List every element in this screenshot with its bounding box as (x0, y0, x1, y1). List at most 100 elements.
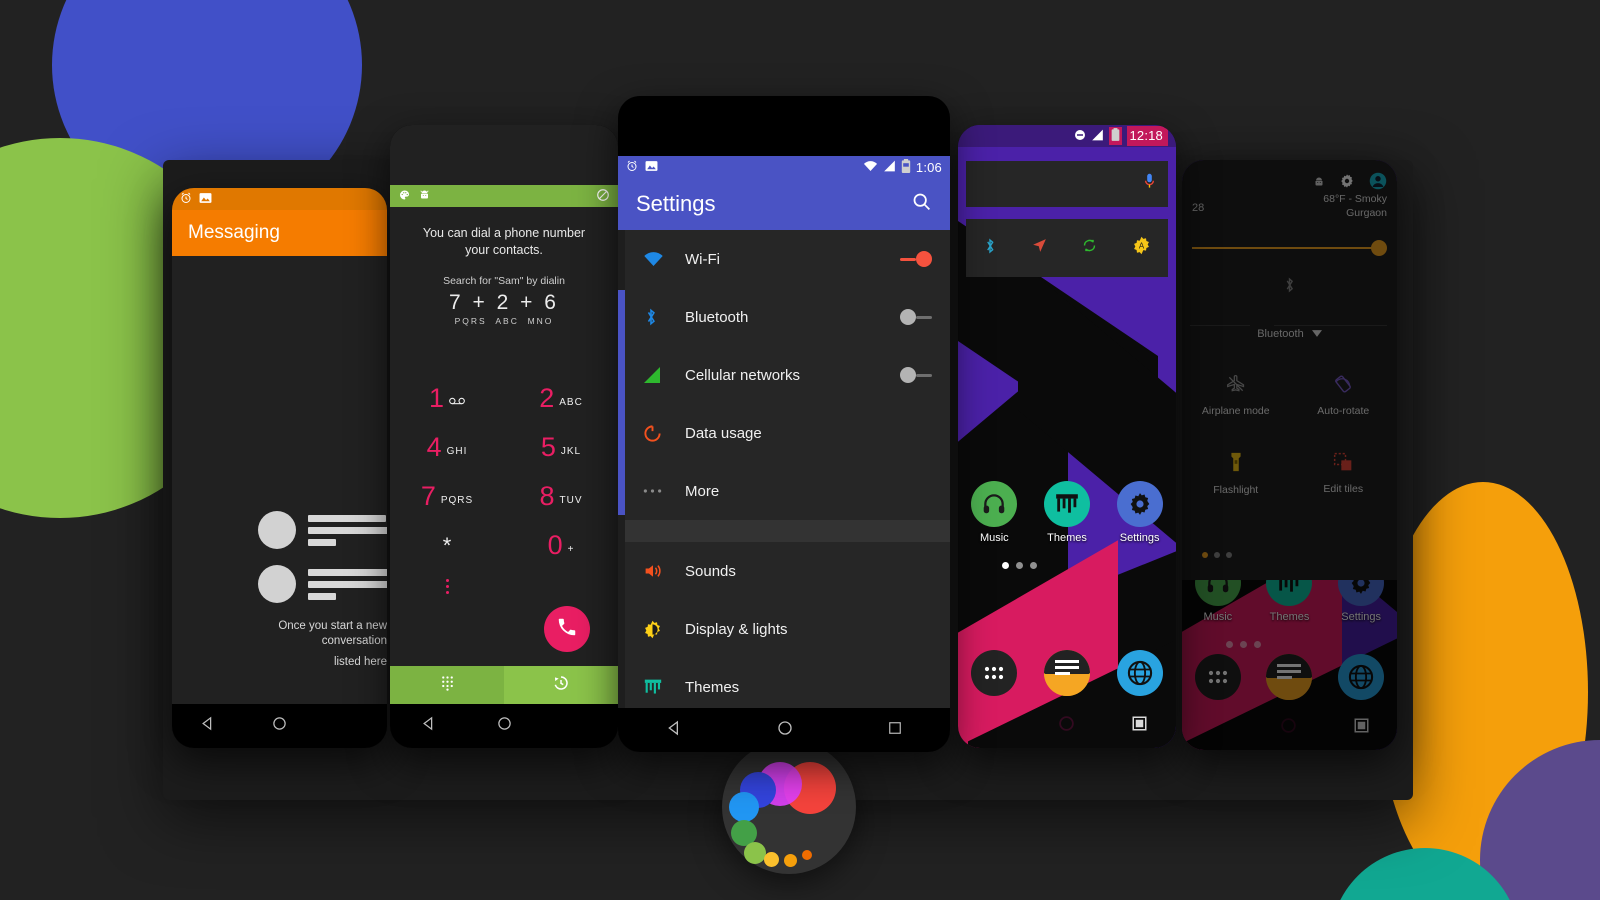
chevron-down-icon[interactable] (1311, 328, 1322, 340)
page-dot[interactable] (1254, 641, 1261, 648)
quicksettings-panel: 28 68°F - Smoky Gurgaon Bluetooth Airpla… (1182, 160, 1397, 580)
page-dot[interactable] (1030, 562, 1037, 569)
airplane-off-icon (1226, 374, 1246, 397)
page-dot-active[interactable] (1002, 562, 1009, 569)
pager-dot[interactable] (1226, 552, 1232, 558)
home-icon[interactable] (777, 720, 793, 741)
page-dot[interactable] (1240, 641, 1247, 648)
settings-row-more[interactable]: More (625, 462, 950, 520)
key-5[interactable]: 5 JKL (504, 412, 618, 461)
settings-row-data-usage[interactable]: Data usage (625, 404, 950, 462)
search-icon[interactable] (911, 191, 932, 217)
bluetooth-tile-strip[interactable] (1182, 268, 1397, 326)
brightness-slider[interactable] (1192, 238, 1387, 258)
settings-row-wifi[interactable]: Wi-Fi (625, 230, 950, 288)
placeholder-row (258, 511, 387, 549)
tile-airplane-mode[interactable]: Airplane mode (1182, 356, 1290, 434)
settings-row-label: Bluetooth (685, 308, 749, 326)
app-label: Themes (1269, 611, 1310, 623)
home-icon[interactable] (1058, 715, 1075, 737)
sync-icon[interactable] (1081, 237, 1098, 259)
pager-dot-active[interactable] (1202, 552, 1208, 558)
settings-row-bluetooth[interactable]: Bluetooth (625, 288, 950, 346)
settings-row-sounds[interactable]: Sounds (625, 542, 950, 600)
page-dot-active[interactable] (1226, 641, 1233, 648)
bluetooth-icon[interactable] (1283, 276, 1296, 299)
mail-icon[interactable] (1043, 650, 1090, 696)
settings-row-display-and-lights[interactable]: Display & lights (625, 600, 950, 658)
location-icon[interactable] (1031, 237, 1048, 259)
browser-icon[interactable] (1338, 654, 1385, 700)
recents-icon[interactable] (888, 721, 902, 740)
back-icon[interactable] (666, 720, 682, 741)
key-1[interactable]: 1 (390, 363, 504, 412)
recents-icon[interactable] (1354, 718, 1369, 738)
key-4[interactable]: 4 GHI (390, 412, 504, 461)
dialer-tabs[interactable] (390, 666, 618, 704)
android-head-icon[interactable] (1313, 175, 1325, 193)
bluetooth-tile-label-row[interactable]: Bluetooth (1182, 328, 1397, 340)
back-icon[interactable] (200, 716, 215, 736)
messaging-statusbar (172, 188, 387, 210)
wifi-toggle[interactable] (900, 251, 932, 267)
cellular-toggle[interactable] (900, 367, 932, 383)
all-apps-icon[interactable] (971, 650, 1018, 696)
tile-widget[interactable]: A (966, 219, 1168, 277)
key-7[interactable]: 7 PQRS (390, 461, 504, 510)
call-button[interactable] (544, 606, 590, 652)
launcher-screen: 12:18 A Music Themes Settings (958, 125, 1176, 748)
settings-appbar: Settings (618, 178, 950, 230)
alarm-icon (180, 192, 192, 207)
bluetooth-icon[interactable] (983, 237, 997, 260)
key-2[interactable]: 2 ABC (504, 363, 618, 412)
recents-tab[interactable] (504, 666, 618, 704)
settings-statusbar: 1:06 (618, 156, 950, 178)
quicksettings-header: 28 68°F - Smoky Gurgaon (1182, 160, 1397, 230)
edit-tiles-icon (1333, 452, 1353, 475)
settings-row-cellular-networks[interactable]: Cellular networks (625, 346, 950, 404)
home-icon[interactable] (272, 716, 287, 736)
browser-icon[interactable] (1116, 650, 1163, 696)
keypad-tab[interactable] (390, 666, 504, 704)
key-digit: 5 (540, 432, 556, 462)
tile-edit-tiles[interactable]: Edit tiles (1290, 434, 1398, 512)
home-icon[interactable] (1280, 717, 1297, 739)
phone-settings: 1:06 Settings Wi-Fi Bluetooth Cellular n… (618, 96, 950, 752)
more-horiz-icon (643, 488, 685, 494)
home-icon[interactable] (497, 716, 512, 736)
signal-icon (643, 366, 685, 384)
phone-quicksettings: 28 68°F - Smoky Gurgaon Bluetooth Airpla… (1182, 160, 1397, 750)
key-8[interactable]: 8 TUV (504, 461, 618, 510)
dialer-keypad[interactable]: 1 2 ABC 4 GHI 5 JKL 7 PQRS 8 TUV * 0 + (390, 363, 618, 608)
microphone-icon[interactable] (1143, 173, 1156, 195)
app-label: Settings (1119, 532, 1160, 544)
app-themes[interactable]: Themes (1039, 481, 1095, 544)
pager-dot[interactable] (1214, 552, 1220, 558)
back-icon[interactable] (421, 716, 436, 736)
placeholder-line (308, 592, 336, 600)
bluetooth-toggle[interactable] (900, 309, 932, 325)
settings-row-label: More (685, 482, 720, 500)
brightness-icon[interactable] (1371, 240, 1387, 256)
empty-state-line-1: Once you start a new conversation (278, 620, 387, 647)
app-music[interactable]: Music (966, 481, 1022, 544)
dock (958, 650, 1176, 696)
key-letters: TUV (559, 495, 583, 506)
key-digit: 7 (420, 481, 436, 511)
launcher-navbar (958, 704, 1176, 748)
tile-auto-rotate[interactable]: Auto-rotate (1290, 356, 1398, 434)
call-icon (556, 616, 578, 643)
mail-icon[interactable] (1266, 654, 1313, 700)
key-0[interactable]: 0 + (504, 510, 618, 559)
key-star[interactable]: * (390, 510, 504, 559)
gear-icon[interactable] (1339, 173, 1355, 194)
quicksettings-pager (1202, 552, 1232, 558)
recents-icon[interactable] (1132, 716, 1147, 736)
auto-brightness-icon[interactable]: A (1132, 236, 1151, 260)
app-settings[interactable]: Settings (1112, 481, 1168, 544)
all-apps-icon[interactable] (1194, 654, 1241, 700)
search-widget[interactable] (966, 161, 1168, 207)
page-dot[interactable] (1016, 562, 1023, 569)
tile-flashlight[interactable]: Flashlight (1182, 434, 1290, 512)
overflow-button[interactable] (390, 559, 504, 608)
